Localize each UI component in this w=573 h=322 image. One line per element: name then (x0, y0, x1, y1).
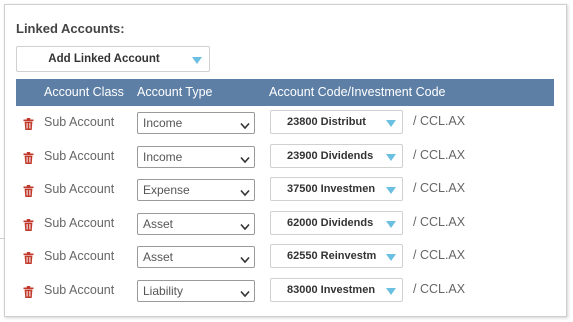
linked-accounts-table: Account Class Account Type Account Code/… (16, 79, 554, 308)
chevron-down-icon (240, 287, 250, 298)
caret-down-icon (386, 254, 396, 262)
account-type-value: Expense (143, 183, 190, 198)
account-type-value: Liability (143, 283, 184, 298)
table-row: Sub Account Asset 62000 Dividends / CCL.AX (16, 207, 554, 241)
table-body: Sub Account Income 23800 Distribut / CCL.AX… (16, 106, 554, 308)
trash-icon[interactable] (23, 117, 34, 130)
chevron-down-icon (240, 119, 250, 130)
caret-down-icon (386, 153, 396, 161)
chevron-down-icon (240, 153, 250, 163)
account-code-value: 62000 Dividends (287, 216, 374, 229)
chevron-down-icon (240, 253, 250, 264)
table-row: Sub Account Expense 37500 Investmen / CCL.A… (16, 173, 554, 207)
account-class-cell: Sub Account (44, 282, 115, 297)
account-code-dropdown[interactable]: 23800 Distribut (270, 110, 403, 134)
table-row: Sub Account Asset 62550 Reinvestm / CCL.AX (16, 240, 554, 274)
account-code-dropdown[interactable]: 37500 Investmen (270, 177, 403, 202)
caret-down-icon (386, 120, 396, 127)
investment-code-suffix: / CCL.AX (413, 147, 466, 162)
trash-icon[interactable] (23, 151, 34, 164)
linked-accounts-panel: Linked Accounts: Add Linked Account Acco… (4, 4, 567, 317)
table-row: Sub Account Income 23900 Dividends / CCL.AX (16, 140, 554, 174)
account-class-cell: Sub Account (44, 215, 115, 230)
investment-code-suffix: / CCL.AX (413, 281, 466, 296)
account-type-value: Asset (143, 250, 174, 265)
chevron-down-icon (240, 220, 250, 230)
account-code-dropdown[interactable]: 23900 Dividends (270, 143, 403, 168)
account-code-value: 83000 Investmen (287, 283, 376, 296)
account-code-value: 23800 Distribut (287, 116, 366, 128)
account-type-select[interactable]: Expense (137, 179, 255, 202)
account-type-value: Asset (143, 216, 174, 231)
caret-down-icon (386, 287, 396, 295)
account-class-cell: Sub Account (44, 148, 115, 163)
trash-icon[interactable] (23, 184, 34, 198)
account-code-value: 62550 Reinvestm (287, 250, 377, 263)
header-account-type: Account Type (137, 85, 213, 99)
trash-icon[interactable] (23, 285, 34, 298)
caret-down-icon (192, 57, 202, 64)
account-code-value: 37500 Investmen (287, 183, 376, 196)
investment-code-suffix: / CCL.AX (413, 248, 466, 263)
investment-code-suffix: / CCL.AX (413, 114, 466, 128)
caret-down-icon (386, 220, 396, 228)
chevron-down-icon (240, 186, 250, 197)
linked-accounts-heading: Linked Accounts: (16, 21, 125, 36)
table-row: Sub Account Income 23800 Distribut / CCL.AX (16, 106, 554, 140)
account-type-select[interactable]: Income (137, 145, 255, 168)
trash-icon[interactable] (23, 251, 34, 265)
account-code-dropdown[interactable]: 62000 Dividends (270, 210, 403, 235)
account-type-select[interactable]: Asset (137, 212, 255, 235)
caret-down-icon (386, 187, 396, 195)
header-account-class: Account Class (44, 85, 124, 99)
account-code-value: 23900 Dividends (287, 149, 374, 162)
table-header: Account Class Account Type Account Code/… (16, 79, 554, 106)
account-class-cell: Sub Account (44, 182, 115, 197)
account-code-dropdown[interactable]: 83000 Investmen (270, 277, 403, 302)
trash-icon[interactable] (23, 218, 34, 231)
account-class-cell: Sub Account (44, 249, 115, 264)
account-type-select[interactable]: Income (137, 112, 255, 134)
account-type-select[interactable]: Liability (137, 279, 255, 302)
account-type-value: Income (143, 116, 183, 130)
investment-code-suffix: / CCL.AX (413, 181, 466, 196)
account-code-dropdown[interactable]: 62550 Reinvestm (270, 244, 403, 269)
header-account-code: Account Code/Investment Code (269, 85, 446, 99)
investment-code-suffix: / CCL.AX (413, 214, 466, 229)
account-type-select[interactable]: Asset (137, 246, 255, 269)
account-type-value: Income (143, 149, 183, 164)
add-linked-account-label: Add Linked Account (48, 53, 160, 65)
account-class-cell: Sub Account (44, 115, 115, 129)
add-linked-account-dropdown[interactable]: Add Linked Account (16, 46, 210, 72)
table-row: Sub Account Liability 83000 Investmen / CCL… (16, 274, 554, 308)
